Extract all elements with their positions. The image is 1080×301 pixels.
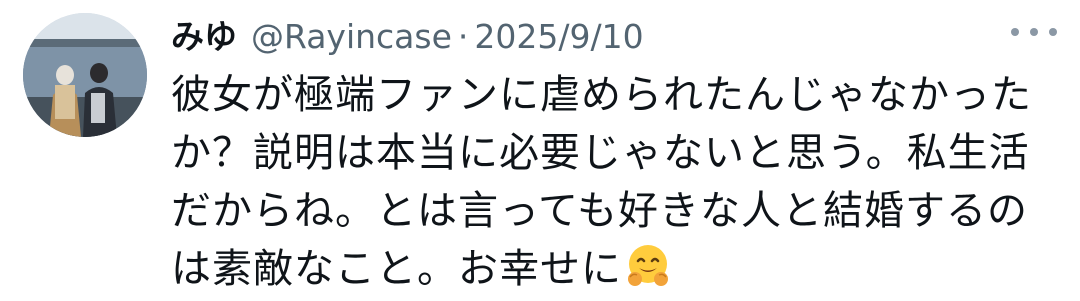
header-separator: · xyxy=(457,17,469,56)
more-dot xyxy=(1049,28,1057,36)
author-name[interactable]: みゆ xyxy=(171,10,237,58)
tweet-text-line: だからね。とは言っても好きな人と結婚するの xyxy=(171,188,1028,234)
tweet-date[interactable]: 2025/9/10 xyxy=(474,17,643,56)
avatar[interactable] xyxy=(23,13,147,137)
tweet-header: みゆ @Rayincase · 2025/9/10 xyxy=(171,10,644,56)
more-dot xyxy=(1011,28,1019,36)
tweet-text: 彼女が極端ファンに虐められたんじゃなかった か？説明は本当に必要じゃないと思う。… xyxy=(171,66,1051,298)
more-options-icon[interactable] xyxy=(1011,20,1057,44)
tweet-text-line: は素敵なこと。お幸せに xyxy=(171,246,622,292)
tweet-text-last-line: は素敵なこと。お幸せに xyxy=(171,240,1051,298)
tweet-text-line: か？説明は本当に必要じゃないと思う。私生活 xyxy=(171,130,1030,176)
more-dot xyxy=(1030,28,1038,36)
tweet-text-line: 彼女が極端ファンに虐められたんじゃなかった xyxy=(171,72,1032,118)
hugging-face-icon xyxy=(628,245,668,286)
author-handle[interactable]: @Rayincase xyxy=(251,17,452,56)
avatar-photo xyxy=(23,13,147,137)
tweet-card: みゆ @Rayincase · 2025/9/10 彼女が極端ファンに虐められた… xyxy=(0,0,1080,301)
